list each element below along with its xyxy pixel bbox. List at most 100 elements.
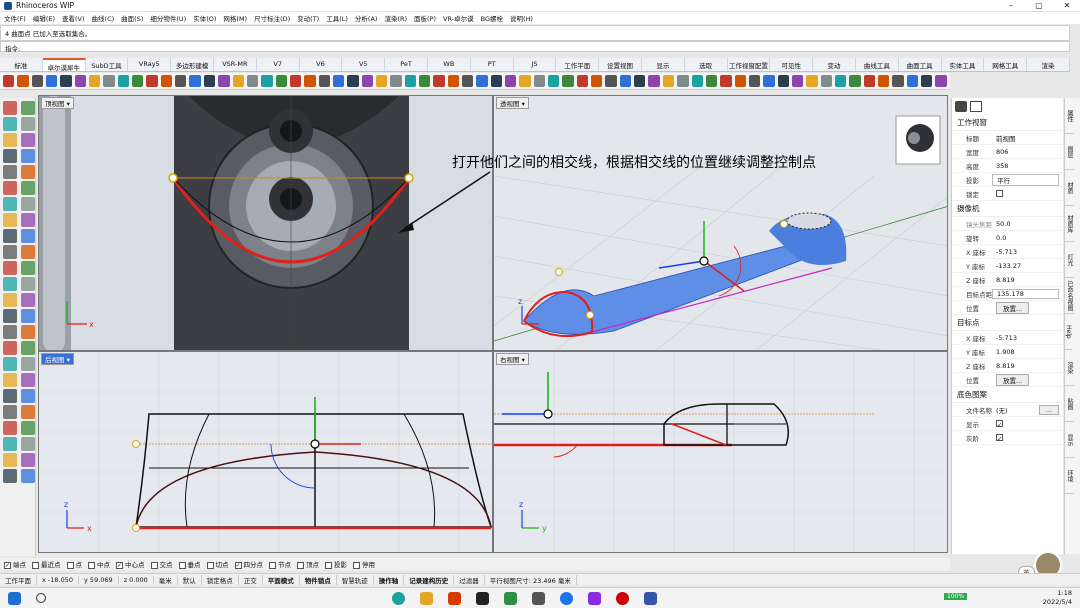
tool-icon[interactable]: [3, 197, 17, 211]
tool-icon[interactable]: [21, 389, 35, 403]
tool-icon[interactable]: [892, 75, 904, 87]
panel-tab[interactable]: 属性: [1065, 98, 1074, 134]
toolbar-tab[interactable]: 多边形建模: [171, 58, 214, 71]
tool-icon[interactable]: [132, 75, 144, 87]
tool-icon[interactable]: [246, 75, 259, 87]
place-camera-button[interactable]: 放置...: [996, 301, 1030, 314]
viewport-label[interactable]: 右视图 ▾: [496, 353, 529, 365]
tool-icon[interactable]: [21, 149, 35, 163]
tool-icon[interactable]: [21, 453, 35, 467]
tool-icon[interactable]: [21, 469, 35, 483]
osnap-checkbox[interactable]: ✓: [4, 561, 11, 569]
cam-x-field[interactable]: -5.713: [992, 248, 1063, 256]
viewport-label[interactable]: 顶视图 ▾: [41, 97, 74, 109]
show-checkbox[interactable]: ✓: [996, 420, 1003, 428]
tool-icon[interactable]: [433, 75, 445, 87]
app-icon[interactable]: [532, 592, 545, 605]
tool-icon[interactable]: [21, 181, 35, 195]
tool-icon[interactable]: [906, 75, 918, 87]
tool-icon[interactable]: [447, 75, 459, 87]
panel-tab[interactable]: 图层: [1065, 134, 1074, 170]
toolbar-tab[interactable]: 显示: [642, 58, 685, 71]
rotation-field[interactable]: 0.0: [992, 234, 1063, 242]
toolbar-tab[interactable]: 卓尔谟犀牛: [42, 58, 86, 71]
toolbar-tab[interactable]: JS: [514, 58, 557, 71]
osnap-checkbox[interactable]: [297, 561, 304, 569]
tool-icon[interactable]: [3, 101, 17, 115]
browse-button[interactable]: ...: [1038, 404, 1059, 415]
tool-icon[interactable]: [720, 75, 732, 87]
tool-icon[interactable]: [935, 75, 947, 87]
maximize-button[interactable]: ▢: [1028, 0, 1050, 12]
toolbar-tab[interactable]: 网格工具: [984, 58, 1028, 71]
tool-icon[interactable]: [562, 75, 574, 87]
osnap-checkbox[interactable]: [150, 561, 158, 569]
tool-icon[interactable]: [361, 75, 373, 87]
viewport-right[interactable]: 右视图 ▾ z y: [493, 351, 948, 553]
tool-icon[interactable]: [160, 75, 173, 87]
menu-item[interactable]: 渲染(R): [384, 13, 407, 23]
layer-label[interactable]: 默认: [178, 574, 202, 585]
tool-icon[interactable]: [304, 75, 316, 87]
tool-icon[interactable]: [21, 293, 35, 307]
tool-icon[interactable]: [3, 261, 17, 275]
osnap-option[interactable]: 停用: [353, 559, 375, 569]
toolbar-tab[interactable]: 工作平面: [556, 58, 600, 71]
tool-icon[interactable]: [21, 245, 35, 259]
folder-icon[interactable]: [420, 592, 433, 605]
width-field[interactable]: 806: [992, 148, 1063, 156]
tool-icon[interactable]: [332, 75, 345, 87]
osnap-checkbox[interactable]: ✓: [234, 561, 242, 569]
tool-icon[interactable]: [232, 75, 244, 87]
panel-tab[interactable]: 显示: [1065, 422, 1074, 458]
lens-field[interactable]: 50.0: [992, 220, 1063, 228]
osnap-option[interactable]: 垂点: [178, 559, 201, 569]
tool-icon[interactable]: [777, 75, 789, 87]
tool-icon[interactable]: [21, 405, 35, 419]
cam-z-field[interactable]: 8.819: [992, 276, 1063, 284]
menu-item[interactable]: BG螺栓: [481, 13, 503, 23]
menu-item[interactable]: 说明(H): [510, 13, 533, 23]
tool-icon[interactable]: [3, 341, 17, 355]
tool-icon[interactable]: [734, 75, 746, 87]
osnap-checkbox[interactable]: [66, 561, 74, 569]
search-icon[interactable]: [36, 593, 46, 603]
tool-icon[interactable]: [648, 75, 660, 87]
status-toggle[interactable]: 平面模式: [263, 574, 300, 585]
tool-icon[interactable]: [3, 149, 17, 163]
osnap-option[interactable]: 节点: [269, 559, 291, 569]
tool-icon[interactable]: [21, 325, 35, 339]
tool-icon[interactable]: [3, 309, 17, 323]
minimize-button[interactable]: –: [1000, 0, 1022, 12]
tool-icon[interactable]: [189, 75, 201, 87]
tool-icon[interactable]: [203, 75, 216, 87]
status-toggle[interactable]: 智慧轨迹: [337, 574, 374, 585]
target-y-field[interactable]: 1.908: [992, 348, 1063, 356]
toolbar-tab[interactable]: 曲面工具: [899, 58, 942, 71]
status-toggle[interactable]: 平行视图尺寸: 23.496 毫米: [485, 574, 577, 585]
osnap-option[interactable]: 点: [66, 559, 82, 569]
menu-item[interactable]: 变动(T): [297, 13, 319, 23]
osnap-option[interactable]: 中点: [88, 559, 110, 569]
tool-icon[interactable]: [21, 373, 35, 387]
tool-icon[interactable]: [921, 75, 933, 87]
panel-tab[interactable]: 环境: [1065, 458, 1074, 494]
toolbar-tab[interactable]: 变动: [813, 58, 856, 71]
recorder-icon[interactable]: [616, 592, 629, 605]
menu-item[interactable]: 文件(F): [4, 13, 26, 23]
tool-icon[interactable]: [3, 245, 17, 259]
osnap-checkbox[interactable]: [269, 561, 276, 569]
menu-item[interactable]: 实体(O): [193, 13, 216, 23]
edge-icon[interactable]: [392, 592, 405, 605]
osnap-option[interactable]: 最近点: [32, 559, 61, 569]
status-toggle[interactable]: 物件锁点: [300, 574, 337, 585]
tool-icon[interactable]: [3, 75, 15, 87]
status-toggle[interactable]: 操作轴: [374, 574, 405, 585]
tool-icon[interactable]: [462, 75, 474, 87]
osnap-option[interactable]: 投影: [325, 559, 347, 569]
osnap-option[interactable]: ✓ 四分点: [234, 559, 263, 569]
menu-item[interactable]: 网格(M): [223, 13, 247, 23]
tool-icon[interactable]: [390, 75, 402, 87]
grayscale-checkbox[interactable]: ✓: [996, 434, 1003, 442]
menu-item[interactable]: 细分物件(U): [150, 13, 186, 23]
